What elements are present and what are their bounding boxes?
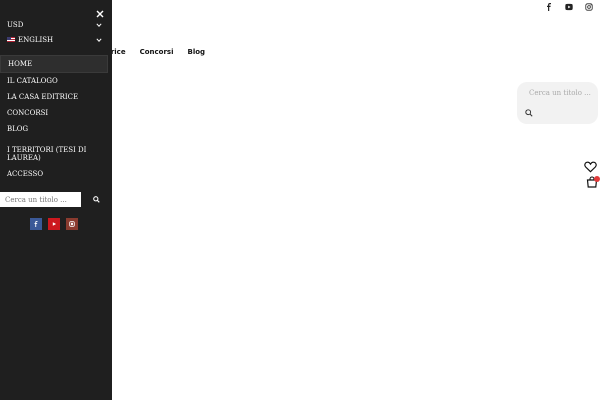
drawer-search-input[interactable] [0, 192, 81, 207]
instagram-icon[interactable] [66, 218, 78, 230]
us-flag-icon [7, 37, 15, 42]
menu-item-concorsi[interactable]: CONCORSI [0, 105, 108, 121]
page-search-placeholder: Cerca un titolo ... [529, 89, 591, 97]
search-icon[interactable] [525, 109, 533, 117]
menu-item-catalogo[interactable]: IL CATALOGO [0, 73, 108, 89]
menu-item-territori[interactable]: I TERRITORI (TESI DI LAUREA) [0, 142, 108, 166]
chevron-down-icon [96, 23, 102, 27]
youtube-icon[interactable] [48, 218, 60, 230]
instagram-icon[interactable] [584, 2, 594, 12]
page-search-box[interactable]: Cerca un titolo ... [517, 82, 598, 124]
chevron-down-icon [96, 38, 102, 42]
youtube-icon[interactable] [564, 2, 574, 12]
drawer-search-button[interactable] [81, 192, 112, 207]
language-selector[interactable]: ENGLISH [0, 33, 112, 48]
menu-item-casa-editrice[interactable]: LA CASA EDITRICE [0, 89, 108, 105]
currency-label: USD [7, 21, 24, 29]
drawer-social [30, 218, 78, 230]
currency-selector[interactable]: USD [0, 18, 112, 33]
close-icon[interactable] [96, 3, 104, 18]
menu-item-blog[interactable]: BLOG [0, 121, 108, 137]
facebook-icon[interactable] [30, 218, 42, 230]
drawer-search [0, 192, 112, 207]
menu-item-accesso[interactable]: ACCESSO [0, 166, 108, 182]
cart-badge [594, 176, 600, 182]
header-social [544, 2, 594, 12]
drawer-menu: HOME IL CATALOGO LA CASA EDITRICE CONCOR… [0, 55, 112, 182]
menu-item-home[interactable]: HOME [0, 55, 108, 73]
mobile-drawer: USD ENGLISH HOME IL CATALOGO LA CASA EDI… [0, 0, 112, 400]
facebook-icon[interactable] [544, 2, 554, 12]
page: sa editrice Concorsi Blog Cerca un titol… [0, 0, 600, 400]
search-icon [93, 196, 100, 203]
nav-concorsi[interactable]: Concorsi [140, 48, 174, 56]
nav-blog[interactable]: Blog [188, 48, 206, 56]
language-label: ENGLISH [18, 36, 54, 44]
heart-icon[interactable] [584, 161, 597, 173]
